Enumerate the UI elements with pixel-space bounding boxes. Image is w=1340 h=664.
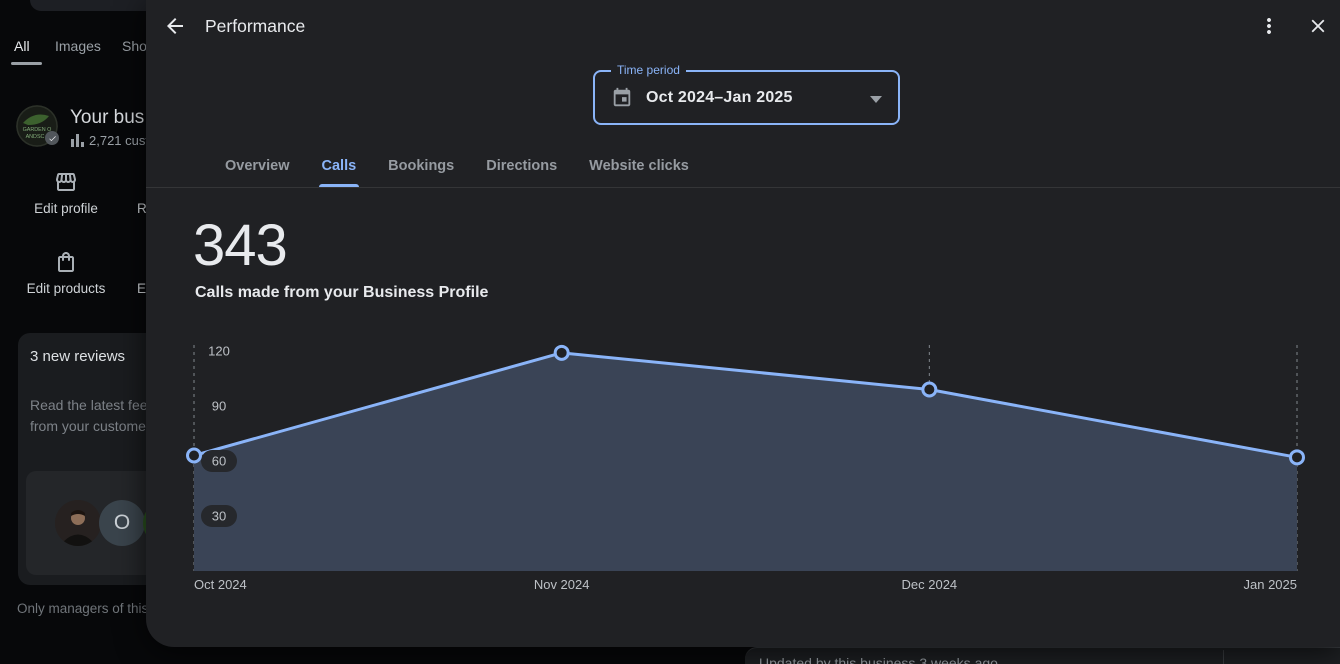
dropdown-arrow-icon [870, 96, 882, 103]
reviewer-initial-avatar: O [99, 500, 145, 546]
tab-bookings[interactable]: Bookings [372, 145, 470, 187]
edit-products-label: Edit products [27, 281, 106, 296]
close-button[interactable] [1306, 14, 1330, 38]
calendar-icon [611, 87, 633, 109]
data-point[interactable] [188, 449, 201, 462]
reviews-avatars-panel: O P [26, 471, 146, 575]
dialog-title: Performance [205, 0, 305, 52]
x-tick-label: Dec 2024 [902, 577, 958, 592]
business-name: Your bus [70, 107, 144, 129]
tab-overview[interactable]: Overview [209, 145, 306, 187]
y-tick-label: 90 [212, 399, 226, 414]
verified-badge-icon [45, 131, 59, 145]
area-fill [194, 353, 1297, 571]
tab-directions[interactable]: Directions [470, 145, 573, 187]
search-tab-images[interactable]: Images [55, 38, 101, 54]
reviews-card-title: 3 new reviews [30, 348, 125, 365]
performance-dialog: Performance Time period Oct 2024–Jan 202… [146, 0, 1340, 647]
search-results-sidebar: All Images Sho GARDEN O ANDSC Your bus 2… [0, 0, 146, 664]
y-tick-label: 120 [208, 344, 230, 359]
logo-text-line2: ANDSC [26, 134, 45, 140]
reviews-card-body: Read the latest fee from your custome [30, 395, 146, 437]
more-options-button[interactable] [1257, 14, 1281, 38]
kebab-menu-icon [1257, 14, 1281, 38]
partial-action-label-1[interactable]: R [137, 201, 146, 216]
shopping-bag-icon [54, 250, 78, 274]
x-tick-label: Jan 2025 [1244, 577, 1298, 592]
x-tick-label: Oct 2024 [194, 577, 247, 592]
metric-description: Calls made from your Business Profile [195, 284, 488, 302]
time-period-value: Oct 2024–Jan 2025 [646, 89, 793, 107]
tabs-divider [146, 187, 1340, 188]
edit-products-button[interactable]: Edit products [6, 250, 126, 296]
y-tick-label: 30 [212, 509, 226, 524]
back-arrow-icon [163, 14, 187, 38]
reviews-card: 3 new reviews Read the latest fee from y… [18, 333, 146, 585]
edit-profile-label: Edit profile [34, 201, 98, 216]
data-point[interactable] [1291, 451, 1304, 464]
calls-chart: 30 60 90 120 Oct 2024 Nov 2024 Dec 2024 Jan 202… [186, 338, 1314, 600]
total-calls-value: 343 [193, 212, 287, 279]
storefront-icon [54, 170, 78, 194]
updated-info-card: Updated by this business 3 weeks ago [745, 647, 1340, 664]
search-box-bottom-edge [30, 0, 146, 11]
search-tab-all[interactable]: All [14, 38, 30, 54]
partial-action-label-2[interactable]: E [137, 281, 146, 296]
time-period-label: Time period [611, 63, 686, 77]
tab-website-clicks[interactable]: Website clicks [573, 145, 705, 187]
vertical-divider [1223, 650, 1224, 664]
active-tab-underline [11, 62, 42, 65]
time-period-select[interactable]: Time period Oct 2024–Jan 2025 [593, 70, 900, 125]
close-icon [1307, 15, 1329, 37]
tab-calls[interactable]: Calls [306, 145, 373, 187]
updated-info-text: Updated by this business 3 weeks ago [759, 655, 998, 664]
edit-profile-button[interactable]: Edit profile [6, 170, 126, 216]
reviewer-photo-avatar [55, 500, 101, 546]
business-stats: 2,721 cust [89, 133, 146, 148]
data-point[interactable] [555, 346, 568, 359]
bar-chart-icon [71, 134, 85, 147]
data-point[interactable] [923, 383, 936, 396]
metric-tabs: Overview Calls Bookings Directions Websi… [209, 145, 705, 188]
managers-note: Only managers of this pr [17, 601, 146, 616]
search-tab-shopping[interactable]: Sho [122, 38, 146, 54]
back-button[interactable] [163, 14, 187, 38]
y-tick-label: 60 [212, 454, 226, 469]
x-tick-label: Nov 2024 [534, 577, 590, 592]
